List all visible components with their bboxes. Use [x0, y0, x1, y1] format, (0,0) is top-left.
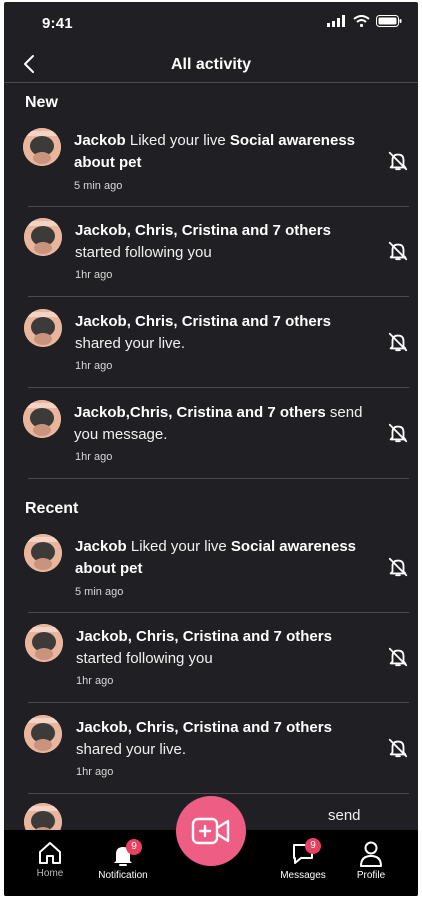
go-live-button[interactable] [176, 796, 246, 866]
activity-time: 1hr ago [75, 451, 113, 463]
actor-names: Jackob, Chris, Cristina and 7 others [76, 719, 332, 736]
action-text: Liked your live [126, 538, 231, 555]
video-plus-icon [191, 817, 230, 845]
activity-time: 1hr ago [75, 269, 113, 281]
status-bar: 9:41 [4, 2, 418, 46]
wifi-icon [353, 15, 370, 27]
activity-time: 1hr ago [75, 360, 113, 372]
actor-names: Jackob, Chris, Cristina and 7 others [76, 628, 332, 645]
bell-off-icon[interactable] [387, 422, 409, 444]
activity-item[interactable]: Jackob,Chris, Cristina and 7 others send… [4, 398, 418, 488]
action-text: shared your live. [76, 741, 187, 758]
avatar-image [25, 624, 63, 662]
tab-profile[interactable]: Profile [351, 830, 391, 896]
divider [28, 206, 409, 207]
action-text: shared your live. [75, 335, 186, 352]
page-title: All activity [170, 56, 252, 73]
section-new-heading: New [25, 94, 58, 111]
activity-time: 5 min ago [74, 180, 123, 192]
divider [28, 793, 409, 794]
tab-profile-label: Profile [356, 870, 386, 881]
avatar [24, 309, 62, 347]
avatar [24, 803, 62, 830]
bell-off-icon[interactable] [387, 331, 409, 353]
activity-text: Jackob Liked your live Social awareness … [74, 130, 374, 174]
divider [28, 387, 409, 388]
avatar [23, 400, 61, 438]
avatar-image [23, 128, 61, 166]
bell-off-icon[interactable] [387, 150, 409, 172]
avatar-image [24, 309, 62, 347]
avatar-image [24, 803, 62, 830]
activity-text: Jackob,Chris, Cristina and 7 others send… [74, 402, 374, 446]
tab-home[interactable]: Home [30, 830, 70, 896]
activity-time: 1hr ago [76, 766, 114, 778]
activity-text: Jackob, Chris, Cristina and 7 others sta… [76, 626, 376, 670]
bell-off-icon[interactable] [387, 646, 409, 668]
tab-notification[interactable]: Notification 9 [92, 830, 154, 896]
avatar-image [24, 218, 62, 256]
bell-off-icon[interactable] [387, 556, 409, 578]
avatar [25, 624, 63, 662]
activity-text: Jackob, Chris, Cristina and 7 others sta… [75, 220, 375, 264]
signal-icon [327, 15, 345, 27]
avatar [24, 715, 62, 753]
action-text: started following you [76, 650, 213, 667]
activity-item[interactable]: Jackob, Chris, Cristina and 7 others sha… [4, 307, 418, 397]
actor-names: Jackob,Chris, Cristina and 7 others [74, 404, 326, 421]
divider [28, 478, 409, 479]
status-time: 9:41 [42, 15, 73, 32]
actor-names: Jackob, Chris, Cristina and 7 others [75, 222, 331, 239]
activity-item[interactable]: Jackob Liked your live Social awareness … [4, 126, 418, 216]
phone-screen: 9:41 All activity New Jackob Liked your … [4, 2, 418, 896]
app-header: All activity [4, 46, 418, 83]
bell-off-icon[interactable] [387, 240, 409, 262]
action-text: started following you [75, 244, 212, 261]
activity-time: 5 min ago [75, 586, 124, 598]
tab-notification-label: Notification [98, 870, 148, 881]
activity-time: 1hr ago [76, 675, 114, 687]
actor-names: Jackob, Chris, Cristina and 7 others [75, 313, 331, 330]
actor-names: Jackob [75, 538, 127, 555]
divider [28, 702, 409, 703]
avatar [24, 534, 62, 572]
tab-messages[interactable]: Messages 9 [276, 830, 330, 896]
messages-badge: 9 [305, 838, 321, 854]
activity-item[interactable]: Jackob, Chris, Cristina and 7 others sta… [4, 216, 418, 306]
divider [28, 612, 409, 613]
activity-text: Jackob Liked your live Social awareness … [75, 536, 375, 580]
bell-off-icon[interactable] [387, 737, 409, 759]
activity-item[interactable]: Jackob, Chris, Cristina and 7 others sha… [4, 713, 418, 803]
avatar-image [23, 400, 61, 438]
user-icon [360, 841, 382, 867]
notification-badge: 9 [126, 839, 142, 855]
activity-item[interactable]: Jackob Liked your live Social awareness … [4, 532, 418, 622]
action-text: send [328, 807, 361, 824]
divider [28, 296, 409, 297]
activity-text: Jackob, Chris, Cristina and 7 others sha… [75, 311, 375, 355]
section-recent-heading: Recent [25, 500, 79, 517]
actor-names: Jackob [74, 132, 126, 149]
status-icons [327, 15, 402, 27]
action-text: Liked your live [125, 132, 230, 149]
home-icon [39, 842, 61, 864]
activity-text: Jackob, Chris, Cristina and 7 others sha… [76, 717, 376, 761]
avatar [23, 128, 61, 166]
battery-icon [376, 15, 402, 27]
activity-item[interactable]: Jackob, Chris, Cristina and 7 others sta… [4, 622, 418, 712]
avatar-image [24, 534, 62, 572]
avatar-image [24, 715, 62, 753]
avatar [24, 218, 62, 256]
tab-messages-label: Messages [280, 870, 326, 881]
tab-home-label: Home [36, 868, 64, 879]
